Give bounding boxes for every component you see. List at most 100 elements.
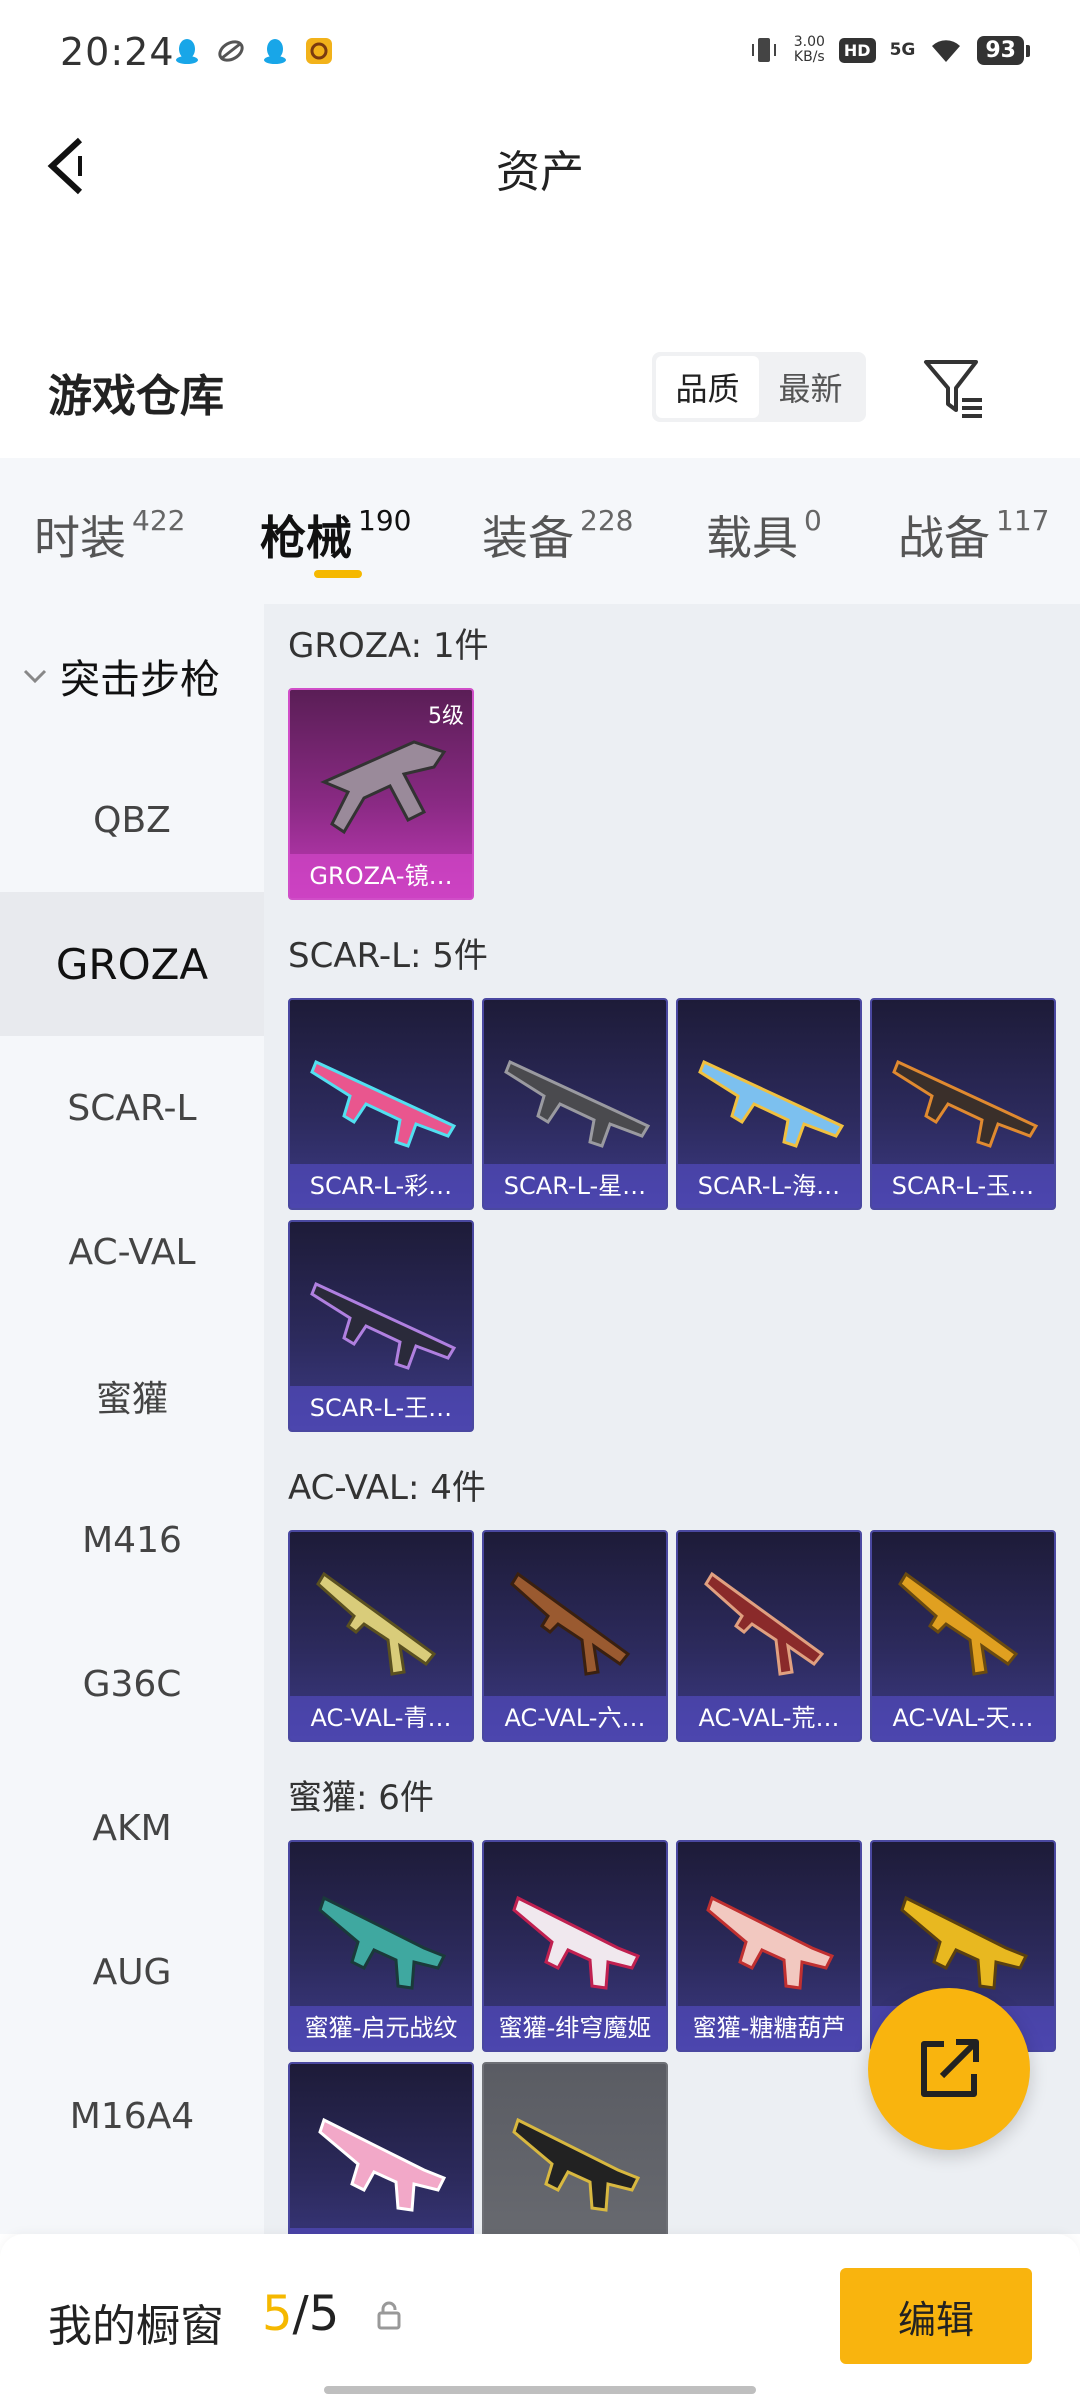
weapon-card[interactable]: SCAR-L-玉… (870, 998, 1056, 1210)
item-name: SCAR-L-玉… (872, 1164, 1054, 1208)
weapon-card[interactable]: SCAR-L-星… (482, 998, 668, 1210)
tab-count: 117 (996, 504, 1050, 537)
sync-icon (218, 40, 244, 62)
vibrate-icon (751, 38, 776, 62)
sort-toggle: 品质 最新 (652, 352, 866, 422)
active-tab-indicator (314, 570, 362, 578)
net-speed-unit: KB/s (793, 49, 825, 65)
showcase-label: 我的橱窗 (48, 2301, 224, 2352)
weapon-card[interactable]: 蜜獾-启元战纹 (288, 1840, 474, 2052)
gun-skin-image (704, 1571, 825, 1676)
sidebar-item-aug[interactable]: AUG (0, 1900, 264, 2044)
item-name: AC-VAL-六… (484, 1696, 666, 1740)
status-bar: 20:24 3.00 KB/s HD 5G 93 (0, 0, 1080, 110)
sidebar-item-g36c[interactable]: G36C (0, 1612, 264, 1756)
tab-combat-gear[interactable]: 战备 117 (898, 502, 1049, 568)
item-name: SCAR-L-星… (484, 1164, 666, 1208)
page-title: 资产 (496, 147, 584, 198)
battery-indicator: 93 (977, 35, 1030, 65)
net-speed: 3.00 KB/s (794, 35, 825, 65)
qq-icon (176, 39, 198, 64)
tab-count: 190 (358, 504, 412, 537)
item-name: SCAR-L-海… (678, 1164, 860, 1208)
item-level-badge: 5级 (428, 704, 464, 729)
sidebar-item-qbz[interactable]: QBZ (0, 748, 264, 892)
item-name: SCAR-L-彩… (290, 1164, 472, 1208)
gun-skin-image (706, 1895, 835, 1990)
weapon-card[interactable]: SCAR-L-彩… (288, 998, 474, 1210)
gun-skin-image (504, 1059, 651, 1148)
sort-option-newest[interactable]: 最新 (759, 356, 862, 418)
showcase-count: 5/5 (262, 2286, 339, 2342)
sidebar-item-m416[interactable]: M416 (0, 1468, 264, 1612)
weapon-card[interactable]: AC-VAL-六… (482, 1530, 668, 1742)
item-name: SCAR-L-王… (290, 1386, 472, 1430)
sidebar-item-groza[interactable]: GROZA (0, 892, 264, 1036)
gun-skin-image (320, 740, 447, 835)
tab-count: 0 (804, 504, 822, 537)
group-title-scar-l: SCAR-L: 5件 (288, 936, 488, 976)
wifi-icon (932, 40, 961, 62)
weapon-card[interactable]: 5级 GROZA-镜… (288, 688, 474, 900)
group-title-groza: GROZA: 1件 (288, 626, 489, 666)
group-title-honey-badger: 蜜獾: 6件 (288, 1778, 434, 1818)
share-external-icon (921, 2039, 979, 2097)
sidebar-item-honey-badger[interactable]: 蜜獾 (0, 1324, 264, 1468)
gun-skin-image (318, 2117, 447, 2212)
category-tabs: 时装 422 枪械 190 装备 228 载具 0 战备 117 (0, 458, 1080, 604)
tab-label: 枪械 (260, 511, 352, 565)
gun-skin-image (318, 1895, 447, 1990)
gun-skin-image (316, 1571, 437, 1676)
gun-skin-image (512, 2117, 641, 2212)
app-notification-icon (306, 38, 332, 64)
gun-skin-image (892, 1059, 1039, 1148)
sidebar-item-akm[interactable]: AKM (0, 1756, 264, 1900)
item-name: 蜜獾-糖糖葫芦 (678, 2006, 860, 2050)
status-notification-icons (172, 36, 334, 66)
weapon-card[interactable]: AC-VAL-荒… (676, 1530, 862, 1742)
weapon-card[interactable]: SCAR-L-王… (288, 1220, 474, 1432)
home-indicator[interactable] (324, 2386, 756, 2394)
sidebar-item-scar-l[interactable]: SCAR-L (0, 1036, 264, 1180)
sidebar-category-label: 突击步枪 (60, 657, 220, 703)
gun-skin-image (512, 1895, 641, 1990)
weapon-card[interactable]: 蜜獾-绯穹魔姬 (482, 1840, 668, 2052)
gun-skin-image (510, 1571, 631, 1676)
network-type: 5G (889, 40, 916, 60)
weapon-card[interactable]: SCAR-L-海… (676, 998, 862, 1210)
sidebar-item-m16a4[interactable]: M16A4 (0, 2044, 264, 2188)
item-name: GROZA-镜… (290, 854, 472, 898)
lock-icon (377, 2301, 401, 2330)
gun-skin-image (900, 1895, 1029, 1990)
net-speed-value: 3.00 (793, 34, 825, 50)
tab-label: 时装 (34, 511, 126, 565)
gun-skin-image (310, 1059, 457, 1148)
item-name: AC-VAL-青… (290, 1696, 472, 1740)
sidebar-category-assault-rifle[interactable]: 突击步枪 (0, 604, 264, 748)
tab-fashion[interactable]: 时装 422 (34, 502, 185, 568)
filter-button[interactable] (920, 354, 988, 422)
gun-skin-image (898, 1571, 1019, 1676)
chevron-down-icon (23, 669, 47, 684)
weapon-sidebar: 突击步枪 QBZ GROZA SCAR-L AC-VAL 蜜獾 M416 G36… (0, 604, 264, 2234)
weapon-card[interactable]: AC-VAL-青… (288, 1530, 474, 1742)
tab-label: 载具 (706, 511, 798, 565)
item-name: AC-VAL-荒… (678, 1696, 860, 1740)
tab-firearms[interactable]: 枪械 190 (260, 502, 411, 568)
gun-skin-image (698, 1059, 845, 1148)
tab-count: 422 (132, 504, 186, 537)
weapon-card[interactable] (288, 2062, 474, 2234)
sidebar-item-ac-val[interactable]: AC-VAL (0, 1180, 264, 1324)
status-time: 20:24 (60, 30, 175, 74)
tab-vehicles[interactable]: 载具 0 (706, 502, 822, 568)
weapon-card[interactable]: AC-VAL-天… (870, 1530, 1056, 1742)
share-button[interactable] (868, 1988, 1030, 2150)
weapon-card[interactable] (482, 2062, 668, 2234)
tab-equipment[interactable]: 装备 228 (482, 502, 633, 568)
weapon-card[interactable]: 蜜獾-糖糖葫芦 (676, 1840, 862, 2052)
sort-option-quality[interactable]: 品质 (656, 356, 759, 418)
filter-list-icon (924, 360, 982, 418)
edit-button[interactable]: 编辑 (840, 2268, 1032, 2364)
gun-skin-image (310, 1281, 457, 1370)
showcase-bar: 我的橱窗 5/5 编辑 (0, 2234, 1080, 2400)
